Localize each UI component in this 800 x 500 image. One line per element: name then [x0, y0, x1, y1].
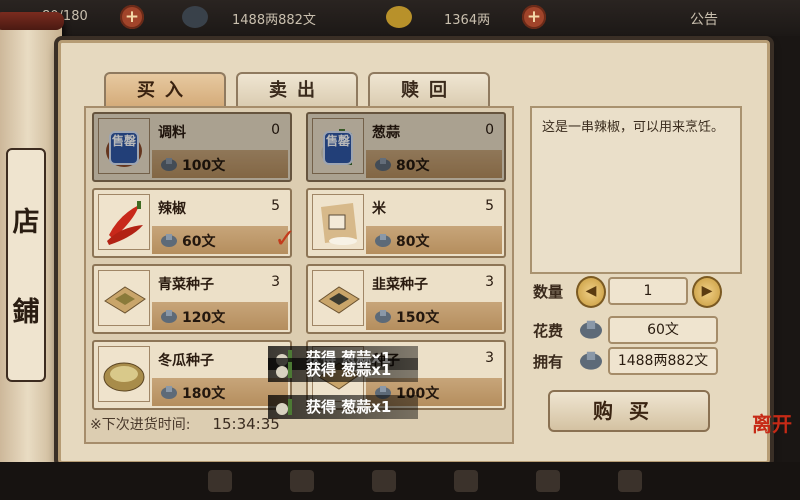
item-card[interactable]: 米 5 80文 [306, 188, 506, 258]
toolbar-icon[interactable] [536, 470, 560, 492]
item-quantity: 0 [271, 122, 280, 138]
item-card[interactable]: 售罄 调料 0 100文 [92, 112, 292, 182]
owned-value: 1488两882文 [608, 347, 718, 375]
coin-icon [375, 234, 391, 247]
sold-out-badge: 售罄 [323, 131, 353, 165]
toolbar-icon[interactable] [290, 470, 314, 492]
item-name: 青菜种子 [158, 277, 214, 293]
item-description: 这是一串辣椒，可以用来烹饪。 [542, 120, 725, 135]
shop-title-char: 鋪 [12, 297, 40, 328]
tab-sell[interactable]: 卖出 [236, 72, 358, 108]
item-name: 米 [372, 201, 386, 217]
cost-value: 60文 [608, 316, 718, 344]
coin-icon [161, 310, 177, 323]
quantity-input[interactable]: 1 [608, 277, 688, 305]
ingot-value: 1364两 [444, 13, 491, 28]
item-grid: 售罄 调料 0 100文 售罄 葱蒜 0 80文 辣椒 5 60文 ✓ 米 5 … [84, 106, 514, 444]
item-card-selected[interactable]: 辣椒 5 60文 ✓ [92, 188, 296, 258]
toolbar-icon[interactable] [208, 470, 232, 492]
obtain-notification: 获得 葱蒜x1 [268, 395, 418, 419]
coin-icon [580, 351, 602, 370]
restock-timer: ※下次进货时间: 15:34:35 [90, 414, 280, 434]
item-quantity: 3 [271, 274, 280, 290]
obtain-notification: 获得 葱蒜x1 [268, 358, 418, 382]
coin-icon [161, 386, 177, 399]
cost-label: 花费 [533, 322, 564, 340]
quantity-decrease-button[interactable]: ◀ [576, 276, 606, 308]
spice-bag-icon: 售罄 [98, 118, 150, 174]
scallion-garlic-icon [276, 362, 292, 378]
seed-packet-icon [98, 270, 150, 326]
scroll-roller-top [0, 12, 64, 30]
add-ingot-button[interactable]: + [522, 5, 546, 29]
item-card[interactable]: 韭菜种子 3 150文 [306, 264, 506, 334]
coin-icon [161, 158, 177, 171]
item-quantity: 5 [271, 198, 280, 214]
shop-scroll-banner: 店 鋪 [0, 12, 64, 488]
item-price-bar: 150文 [366, 302, 502, 330]
tab-redeem[interactable]: 赎回 [368, 72, 490, 108]
top-status-bar: 售卖 80/180 + 1488两882文 1364两 + 公告 [0, 0, 800, 36]
item-quantity: 0 [485, 122, 494, 138]
item-card[interactable]: 冬瓜种子 180文 [92, 340, 292, 410]
item-price: 180文 [182, 386, 226, 402]
item-description-box: 这是一串辣椒，可以用来烹饪。 [530, 106, 742, 274]
seed-basket-icon [98, 346, 150, 402]
item-quantity: 5 [485, 198, 494, 214]
notice-button[interactable]: 公告 [690, 9, 718, 29]
scallion-garlic-icon: 售罄 [312, 118, 364, 174]
leave-button[interactable]: 离开 [752, 408, 792, 437]
coin-icon [161, 234, 177, 247]
coin-icon [580, 320, 602, 339]
quantity-increase-button[interactable]: ▶ [692, 276, 722, 308]
money-value: 1488两882文 [232, 13, 316, 28]
item-name: 冬瓜种子 [158, 353, 214, 369]
item-price-bar: 100文 [152, 150, 288, 178]
item-price: 120文 [182, 310, 226, 326]
toolbar-icon[interactable] [372, 470, 396, 492]
item-price-bar: 120文 [152, 302, 288, 330]
tab-buy[interactable]: 买入 [104, 72, 226, 108]
item-card[interactable]: 售罄 葱蒜 0 80文 [306, 112, 506, 182]
rice-sack-icon [312, 194, 364, 250]
toolbar-icon[interactable] [454, 470, 478, 492]
restock-label: ※下次进货时间: [90, 417, 191, 433]
coin-icon [375, 310, 391, 323]
item-price: 80文 [396, 234, 430, 250]
item-price: 100文 [182, 158, 226, 174]
obtain-text: 获得 葱蒜x1 [306, 398, 392, 416]
item-name: 韭菜种子 [372, 277, 428, 293]
money-pouch-icon [182, 6, 208, 28]
shop-title-char: 店 [12, 207, 40, 238]
item-name: 葱蒜 [372, 125, 400, 141]
quantity-label: 数量 [533, 283, 564, 301]
item-name: 辣椒 [158, 201, 186, 217]
item-price: 60文 [182, 234, 216, 250]
item-price: 150文 [396, 310, 440, 326]
bottom-toolbar [0, 462, 800, 500]
coin-icon [375, 158, 391, 171]
buy-button[interactable]: 购买 [548, 390, 710, 432]
item-quantity: 3 [485, 350, 494, 366]
add-capacity-button[interactable]: + [120, 5, 144, 29]
obtain-text: 获得 葱蒜x1 [306, 361, 392, 379]
owned-label: 拥有 [533, 353, 564, 371]
item-quantity: 3 [485, 274, 494, 290]
item-price-bar: 80文 [366, 226, 502, 254]
shop-title: 店 鋪 [6, 148, 46, 382]
item-name: 调料 [158, 125, 186, 141]
item-price: 80文 [396, 158, 430, 174]
gold-ingot-icon [386, 6, 412, 28]
item-price-bar: 80文 [366, 150, 502, 178]
chili-pepper-icon [98, 194, 150, 250]
sold-out-badge: 售罄 [109, 131, 139, 165]
toolbar-icon[interactable] [618, 470, 642, 492]
item-card[interactable]: 青菜种子 3 120文 [92, 264, 292, 334]
restock-time: 15:34:35 [212, 415, 280, 433]
item-price-bar: 60文 [152, 226, 288, 254]
selected-check-icon: ✓ [274, 224, 296, 254]
seed-packet-icon [312, 270, 364, 326]
